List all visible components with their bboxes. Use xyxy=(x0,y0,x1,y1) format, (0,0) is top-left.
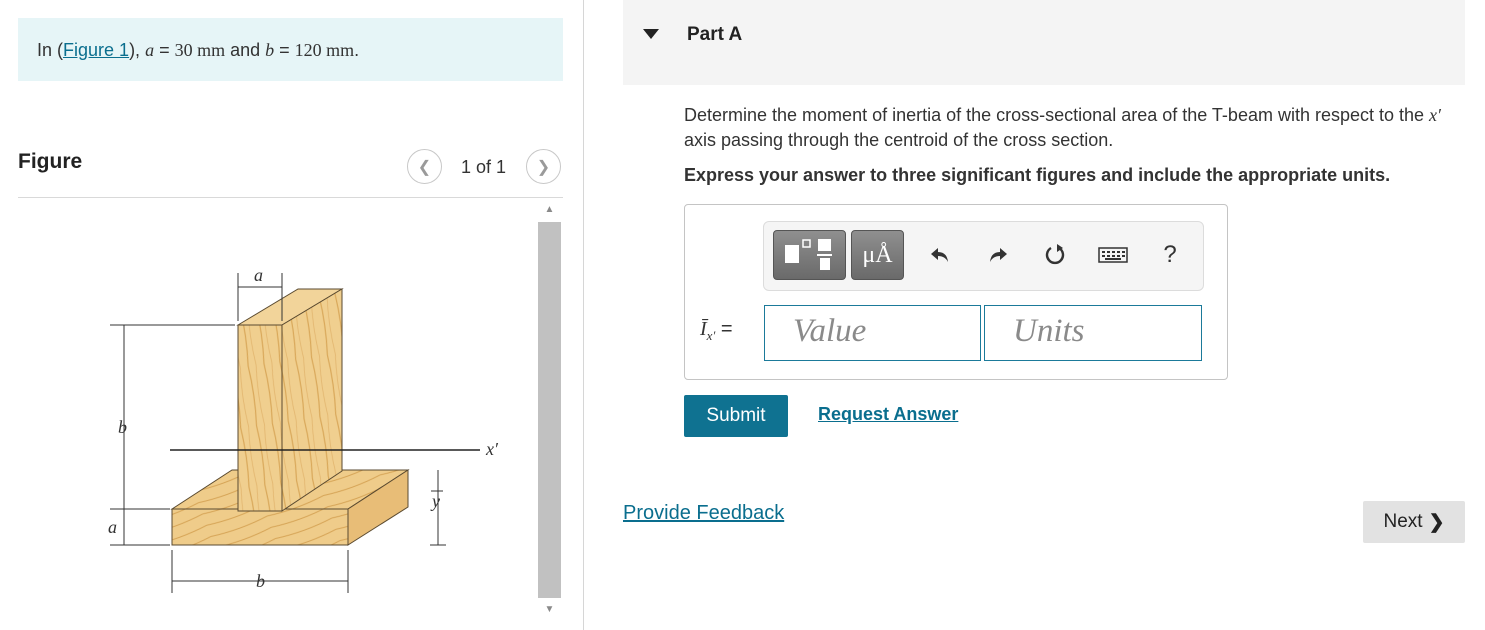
var-a: a xyxy=(145,40,155,60)
chevron-right-icon: ❯ xyxy=(1428,511,1445,533)
answer-symbol: Ī xyxy=(700,318,707,340)
intro-prefix: In ( xyxy=(37,40,64,60)
undo-button[interactable] xyxy=(926,240,954,270)
part-header[interactable] xyxy=(623,0,1465,85)
problem-statement: In (Figure 1), a = 30 mm and b = 120 mm. xyxy=(18,18,563,81)
prev-figure-button[interactable]: ❮ xyxy=(407,149,442,184)
provide-feedback-link[interactable]: Provide Feedback xyxy=(623,502,784,525)
help-icon: ? xyxy=(1163,241,1177,268)
redo-button[interactable] xyxy=(984,240,1012,270)
question-post: axis passing through the centroid of the… xyxy=(684,130,1114,150)
chevron-left-icon: ❮ xyxy=(417,158,432,176)
label-b-left: b xyxy=(118,417,127,437)
label-a-top: a xyxy=(254,265,263,285)
help-button[interactable]: ? xyxy=(1156,240,1184,270)
request-answer-link[interactable]: Request Answer xyxy=(818,404,958,425)
label-x-prime: x′ xyxy=(485,439,499,459)
intro-suffix: . xyxy=(354,40,360,60)
next-button[interactable]: Next ❯ xyxy=(1363,501,1465,543)
b-value: 120 mm xyxy=(294,40,355,60)
t-beam-figure: a b a b x′ y xyxy=(108,265,499,593)
next-label: Next xyxy=(1383,511,1423,532)
figure-title: Figure xyxy=(18,150,83,173)
undo-icon xyxy=(931,248,948,262)
figure-counter: 1 of 1 xyxy=(461,157,507,177)
question-text: Determine the moment of inertia of the c… xyxy=(684,103,1464,153)
templates-button[interactable] xyxy=(773,230,846,280)
intro-eq1: = xyxy=(154,40,175,60)
units-icon: μÅ xyxy=(862,241,893,268)
answer-label: Īx′ = xyxy=(700,318,733,344)
part-title: Part A xyxy=(687,24,743,45)
templates-icon xyxy=(785,239,832,270)
answer-equals: = xyxy=(720,318,733,340)
answer-subscript: x′ xyxy=(706,328,716,343)
a-value: 30 mm xyxy=(174,40,226,60)
label-b-bottom: b xyxy=(256,571,265,591)
var-b: b xyxy=(265,40,275,60)
reset-button[interactable] xyxy=(1041,240,1069,270)
caret-down-icon[interactable] xyxy=(643,29,659,39)
question-pre: Determine the moment of inertia of the c… xyxy=(684,105,1430,125)
intro-eq2: = xyxy=(274,40,295,60)
scroll-up-arrow[interactable]: ▲ xyxy=(538,204,561,215)
label-a-left: a xyxy=(108,517,117,537)
value-input[interactable]: Value xyxy=(764,305,981,361)
next-figure-button[interactable]: ❯ xyxy=(526,149,561,184)
answer-instruction: Express your answer to three significant… xyxy=(684,165,1391,185)
submit-button[interactable]: Submit xyxy=(684,395,788,437)
keyboard-button[interactable] xyxy=(1097,240,1129,270)
units-input[interactable]: Units xyxy=(984,305,1202,361)
web-block xyxy=(236,288,344,512)
figure-link[interactable]: Figure 1 xyxy=(63,40,129,60)
units-button[interactable]: μÅ xyxy=(851,230,904,280)
intro-middle: ), xyxy=(129,40,146,60)
intro-and: and xyxy=(225,40,266,60)
chevron-right-icon: ❯ xyxy=(536,158,551,176)
figure-scrollbar[interactable] xyxy=(538,222,561,598)
panel-divider xyxy=(583,0,584,630)
figure-divider xyxy=(18,197,563,198)
keyboard-icon xyxy=(1098,247,1128,263)
label-y-bar: y xyxy=(430,491,440,511)
question-axis: x′ xyxy=(1429,105,1441,125)
scroll-down-arrow[interactable]: ▼ xyxy=(538,604,561,615)
redo-icon xyxy=(990,248,1007,262)
reset-icon xyxy=(1045,244,1065,265)
